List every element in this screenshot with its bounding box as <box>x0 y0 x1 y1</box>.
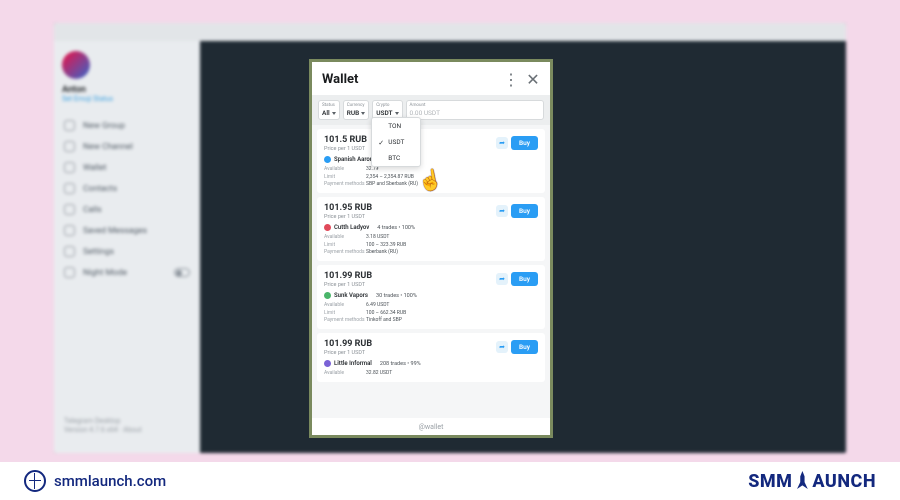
filter-bar: Status All Currency RUB Crypto USDT TON … <box>312 95 550 125</box>
offer-card: ➦Buy 101.99 RUB Price per 1 USDT Little … <box>317 333 545 382</box>
sidebar-item-label: Night Mode <box>83 268 127 278</box>
sidebar-item-label: Wallet <box>83 163 106 173</box>
avatar[interactable] <box>62 51 90 79</box>
sidebar: Anton Set Emoji Status New Group New Cha… <box>54 41 200 453</box>
crypto-dropdown: TON USDT BTC <box>371 117 421 167</box>
more-icon[interactable]: ⋮ <box>504 73 518 87</box>
branding-bar: smmlaunch.com SMMAUNCH <box>0 462 900 500</box>
share-icon[interactable]: ➦ <box>496 273 508 285</box>
wallet-modal: Wallet ⋮ ✕ Status All Currency RUB Crypt… <box>309 59 553 438</box>
brand-domain: smmlaunch.com <box>24 470 166 492</box>
trader-avatar <box>324 224 331 231</box>
chevron-down-icon <box>332 112 336 115</box>
modal-footer: @wallet <box>312 418 550 435</box>
filter-amount[interactable]: Amount 0.00 USDT <box>406 100 544 120</box>
trader[interactable]: Spanish Aaron <box>324 156 373 163</box>
trader[interactable]: Sunk Vapors <box>324 292 368 299</box>
sidebar-item-wallet[interactable]: Wallet <box>62 157 192 178</box>
rocket-icon <box>793 471 811 489</box>
calls-icon <box>64 204 75 215</box>
channel-icon <box>64 141 75 152</box>
sidebar-item-label: Saved Messages <box>83 226 147 236</box>
offer-card: ➦Buy 101.5 RUB Price per 1 USDT Spanish … <box>317 129 545 193</box>
user-status[interactable]: Set Emoji Status <box>62 95 192 103</box>
sidebar-item-settings[interactable]: Settings <box>62 241 192 262</box>
chevron-down-icon <box>395 112 399 115</box>
trader-avatar <box>324 292 331 299</box>
sidebar-item-calls[interactable]: Calls <box>62 199 192 220</box>
filter-crypto[interactable]: Crypto USDT TON USDT BTC <box>372 100 402 120</box>
group-icon <box>64 120 75 131</box>
globe-icon <box>24 470 46 492</box>
sidebar-item-label: New Group <box>83 121 125 131</box>
trader[interactable]: Little Informal <box>324 360 372 367</box>
sidebar-item-night-mode[interactable]: Night Mode <box>62 262 192 283</box>
sidebar-item-label: Calls <box>83 205 102 215</box>
sidebar-item-saved[interactable]: Saved Messages <box>62 220 192 241</box>
chevron-down-icon <box>361 112 365 115</box>
share-icon[interactable]: ➦ <box>496 341 508 353</box>
moon-icon <box>64 267 75 278</box>
bookmark-icon <box>64 225 75 236</box>
user-name: Anton <box>62 85 192 95</box>
sidebar-item-new-group[interactable]: New Group <box>62 115 192 136</box>
buy-button[interactable]: Buy <box>511 204 538 218</box>
modal-title: Wallet <box>322 72 496 87</box>
filter-status[interactable]: Status All <box>318 100 340 120</box>
dropdown-item-ton[interactable]: TON <box>372 118 420 134</box>
trader-stats: 4 trades • 100% <box>377 225 415 231</box>
wallet-icon <box>64 162 75 173</box>
dropdown-item-usdt[interactable]: USDT <box>372 134 420 150</box>
night-mode-toggle[interactable] <box>174 268 190 277</box>
brand-logo: SMMAUNCH <box>748 471 876 492</box>
sidebar-item-label: New Channel <box>83 142 133 152</box>
offer-card: ➦Buy 101.95 RUB Price per 1 USDT Cutth L… <box>317 197 545 261</box>
offer-list: ➦Buy 101.5 RUB Price per 1 USDT Spanish … <box>312 125 550 418</box>
modal-header: Wallet ⋮ ✕ <box>312 62 550 95</box>
trader-avatar <box>324 360 331 367</box>
dropdown-item-btc[interactable]: BTC <box>372 150 420 166</box>
buy-button[interactable]: Buy <box>511 136 538 150</box>
trader-avatar <box>324 156 331 163</box>
sidebar-footer: Telegram Desktop Version 4.7.6 x64 · Abo… <box>64 417 142 435</box>
trader-stats: 208 trades • 99% <box>380 361 421 367</box>
trader-stats: 30 trades • 100% <box>376 293 417 299</box>
share-icon[interactable]: ➦ <box>496 137 508 149</box>
offer-card: ➦Buy 101.99 RUB Price per 1 USDT Sunk Va… <box>317 265 545 329</box>
filter-currency[interactable]: Currency RUB <box>343 100 370 120</box>
buy-button[interactable]: Buy <box>511 272 538 286</box>
sidebar-item-label: Settings <box>83 247 114 257</box>
share-icon[interactable]: ➦ <box>496 205 508 217</box>
buy-button[interactable]: Buy <box>511 340 538 354</box>
close-icon[interactable]: ✕ <box>526 73 540 87</box>
sidebar-item-label: Contacts <box>83 184 117 194</box>
trader[interactable]: Cutth Ladyov <box>324 224 369 231</box>
sidebar-item-new-channel[interactable]: New Channel <box>62 136 192 157</box>
contacts-icon <box>64 183 75 194</box>
window-titlebar <box>54 23 846 41</box>
sidebar-item-contacts[interactable]: Contacts <box>62 178 192 199</box>
gear-icon <box>64 246 75 257</box>
